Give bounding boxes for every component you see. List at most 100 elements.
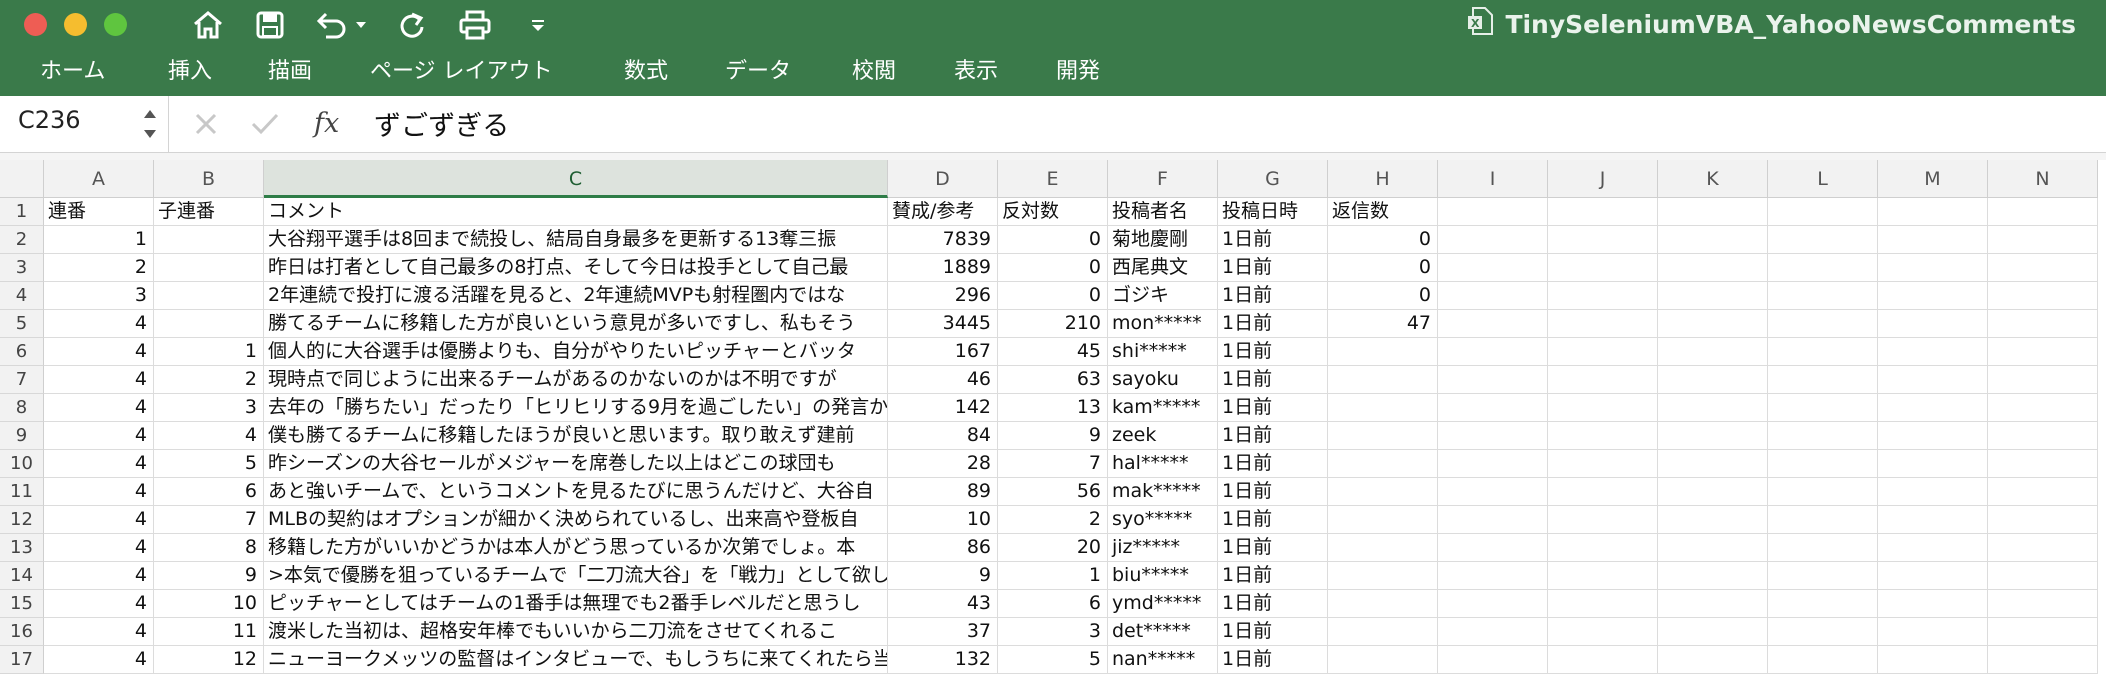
table-cell[interactable] bbox=[1878, 394, 1988, 422]
header-cell[interactable]: 連番 bbox=[44, 198, 154, 226]
table-cell[interactable] bbox=[1878, 590, 1988, 618]
table-cell[interactable]: 37 bbox=[888, 618, 998, 646]
customize-toolbar-dropdown-icon[interactable] bbox=[528, 8, 548, 42]
table-cell[interactable]: 1 bbox=[44, 226, 154, 254]
table-cell[interactable]: 9 bbox=[998, 422, 1108, 450]
row-header[interactable]: 12 bbox=[0, 506, 44, 534]
table-cell[interactable]: 20 bbox=[998, 534, 1108, 562]
table-cell[interactable] bbox=[1658, 282, 1768, 310]
table-cell[interactable] bbox=[1658, 450, 1768, 478]
table-cell[interactable] bbox=[1878, 254, 1988, 282]
table-cell[interactable] bbox=[1328, 338, 1438, 366]
table-cell[interactable] bbox=[1988, 282, 2098, 310]
row-header[interactable]: 13 bbox=[0, 534, 44, 562]
row-header[interactable]: 14 bbox=[0, 562, 44, 590]
table-cell[interactable] bbox=[1438, 450, 1548, 478]
table-cell[interactable] bbox=[1768, 422, 1878, 450]
column-header-l[interactable]: L bbox=[1768, 160, 1878, 198]
tab-developer[interactable]: 開発 bbox=[1056, 50, 1100, 96]
table-cell[interactable]: 1日前 bbox=[1218, 478, 1328, 506]
row-header[interactable]: 4 bbox=[0, 282, 44, 310]
column-header-k[interactable]: K bbox=[1658, 160, 1768, 198]
table-cell[interactable]: 4 bbox=[44, 618, 154, 646]
table-cell[interactable] bbox=[1988, 534, 2098, 562]
table-cell[interactable] bbox=[1548, 618, 1658, 646]
table-cell[interactable]: >本気で優勝を狙っているチームで「二刀流大谷」を「戦力」として欲し bbox=[264, 562, 888, 590]
table-cell[interactable]: 3445 bbox=[888, 310, 998, 338]
table-cell[interactable] bbox=[1658, 534, 1768, 562]
table-cell[interactable]: mon***** bbox=[1108, 310, 1218, 338]
table-cell[interactable] bbox=[1878, 282, 1988, 310]
table-cell[interactable] bbox=[1548, 506, 1658, 534]
table-cell[interactable]: 2 bbox=[998, 506, 1108, 534]
table-cell[interactable]: 1日前 bbox=[1218, 366, 1328, 394]
table-cell[interactable] bbox=[1328, 478, 1438, 506]
table-cell[interactable] bbox=[1328, 562, 1438, 590]
insert-function-icon[interactable]: fx bbox=[314, 108, 339, 139]
table-cell[interactable]: 167 bbox=[888, 338, 998, 366]
table-cell[interactable] bbox=[1768, 338, 1878, 366]
table-cell[interactable] bbox=[1658, 590, 1768, 618]
table-cell[interactable]: 28 bbox=[888, 450, 998, 478]
name-box-stepper-icon[interactable] bbox=[142, 106, 158, 146]
tab-view[interactable]: 表示 bbox=[954, 50, 998, 96]
table-cell[interactable] bbox=[1438, 590, 1548, 618]
table-cell[interactable] bbox=[1438, 646, 1548, 674]
table-cell[interactable] bbox=[1988, 366, 2098, 394]
table-cell[interactable] bbox=[1878, 310, 1988, 338]
table-cell[interactable] bbox=[1988, 590, 2098, 618]
table-cell[interactable]: zeek bbox=[1108, 422, 1218, 450]
row-header[interactable]: 15 bbox=[0, 590, 44, 618]
column-header-g[interactable]: G bbox=[1218, 160, 1328, 198]
table-cell[interactable] bbox=[1988, 226, 2098, 254]
header-cell[interactable]: 返信数 bbox=[1328, 198, 1438, 226]
table-cell[interactable] bbox=[1768, 478, 1878, 506]
table-cell[interactable]: 1日前 bbox=[1218, 394, 1328, 422]
table-cell[interactable] bbox=[1438, 506, 1548, 534]
table-cell[interactable] bbox=[1658, 646, 1768, 674]
table-cell[interactable]: あと強いチームで、というコメントを見るたびに思うんだけど、大谷自 bbox=[264, 478, 888, 506]
table-cell[interactable]: 4 bbox=[44, 394, 154, 422]
table-cell[interactable]: 昨シーズンの大谷セールがメジャーを席巻した以上はどこの球団も bbox=[264, 450, 888, 478]
table-cell[interactable]: 4 bbox=[44, 590, 154, 618]
table-cell[interactable] bbox=[1988, 310, 2098, 338]
table-cell[interactable] bbox=[154, 282, 264, 310]
table-cell[interactable]: mak***** bbox=[1108, 478, 1218, 506]
table-cell[interactable]: 1日前 bbox=[1218, 562, 1328, 590]
table-cell[interactable]: 1日前 bbox=[1218, 590, 1328, 618]
table-cell[interactable] bbox=[1878, 562, 1988, 590]
table-cell[interactable]: 7839 bbox=[888, 226, 998, 254]
table-cell[interactable]: 昨日は打者として自己最多の8打点、そして今日は投手として自己最 bbox=[264, 254, 888, 282]
table-cell[interactable] bbox=[1438, 478, 1548, 506]
table-cell[interactable] bbox=[1548, 478, 1658, 506]
table-cell[interactable] bbox=[1988, 422, 2098, 450]
row-header[interactable]: 2 bbox=[0, 226, 44, 254]
select-all-corner[interactable] bbox=[0, 160, 44, 198]
table-cell[interactable]: 1日前 bbox=[1218, 534, 1328, 562]
table-cell[interactable] bbox=[1438, 422, 1548, 450]
table-cell[interactable] bbox=[1328, 646, 1438, 674]
table-cell[interactable] bbox=[1878, 450, 1988, 478]
tab-page-layout[interactable]: ページ レイアウト bbox=[370, 50, 553, 96]
table-cell[interactable]: 4 bbox=[44, 422, 154, 450]
zoom-window-button[interactable] bbox=[104, 13, 127, 36]
table-cell[interactable] bbox=[1438, 618, 1548, 646]
table-cell[interactable]: 7 bbox=[998, 450, 1108, 478]
table-cell[interactable] bbox=[1878, 366, 1988, 394]
header-cell[interactable]: 反対数 bbox=[998, 198, 1108, 226]
table-cell[interactable] bbox=[1988, 394, 2098, 422]
column-header-d[interactable]: D bbox=[888, 160, 998, 198]
table-cell[interactable] bbox=[1548, 338, 1658, 366]
table-cell[interactable]: 89 bbox=[888, 478, 998, 506]
spreadsheet-grid[interactable]: A B C D E F G H I J K L M N 1 連番 子連番 コメント 賛成/参考 反対数 投稿者名 投稿日時… bbox=[0, 160, 2106, 678]
table-cell[interactable]: 142 bbox=[888, 394, 998, 422]
table-cell[interactable] bbox=[1438, 226, 1548, 254]
table-cell[interactable]: 1889 bbox=[888, 254, 998, 282]
table-cell[interactable] bbox=[1548, 282, 1658, 310]
save-icon[interactable] bbox=[252, 8, 288, 42]
table-cell[interactable]: 現時点で同じように出来るチームがあるのかないのかは不明ですが bbox=[264, 366, 888, 394]
print-icon[interactable] bbox=[456, 8, 494, 42]
table-cell[interactable]: 84 bbox=[888, 422, 998, 450]
table-cell[interactable] bbox=[1988, 478, 2098, 506]
column-header-n[interactable]: N bbox=[1988, 160, 2098, 198]
